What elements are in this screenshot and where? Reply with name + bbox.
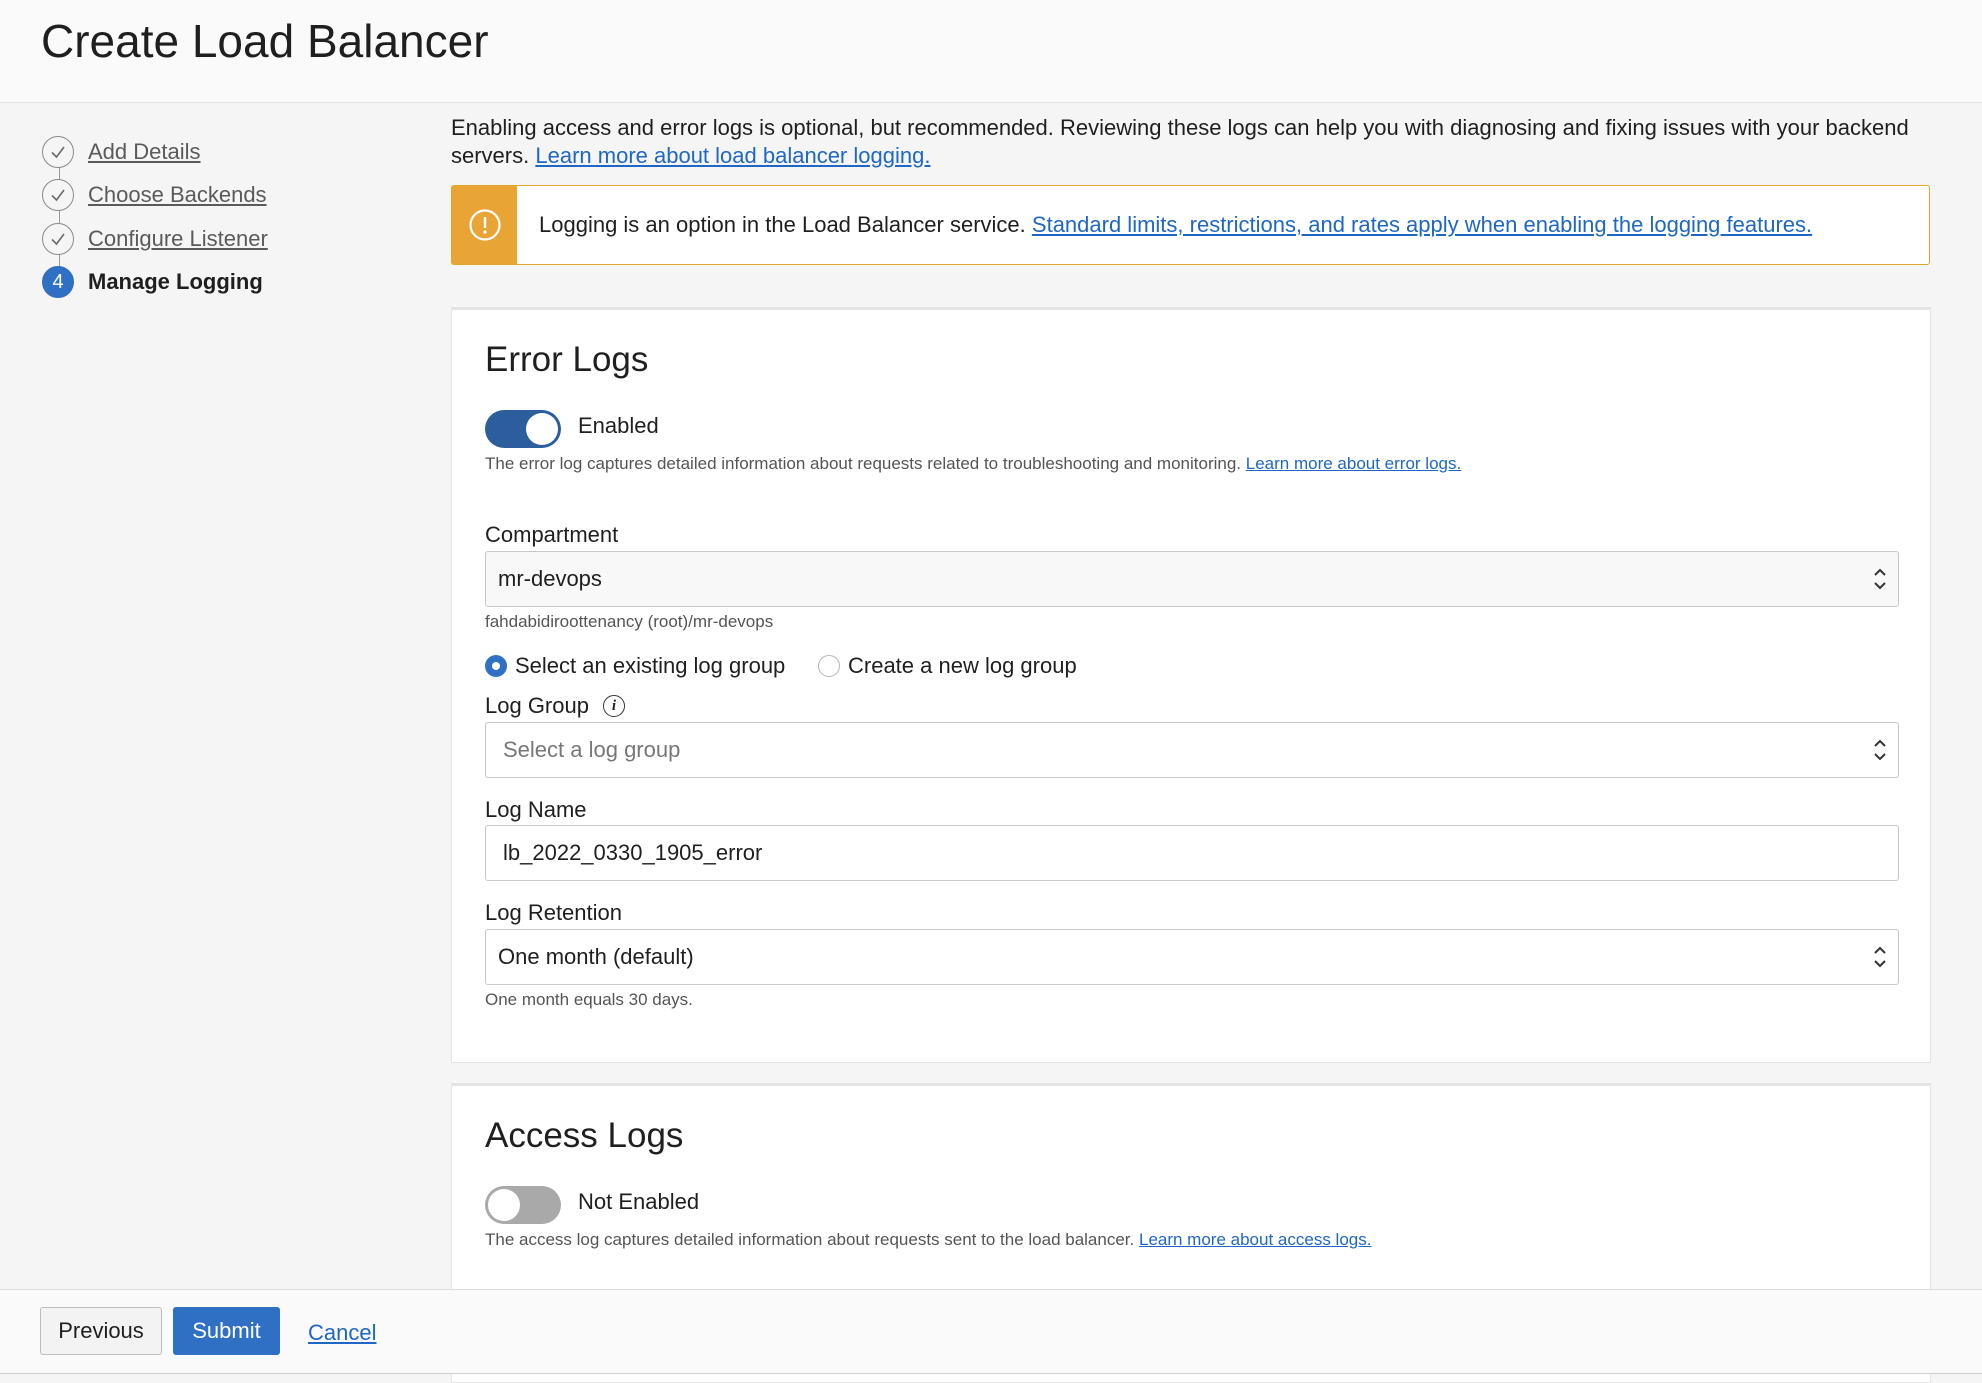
wizard-footer: Previous Submit Cancel [0, 1289, 1982, 1374]
toggle-knob [526, 413, 558, 445]
log-retention-select[interactable]: One month (default) [485, 929, 1899, 985]
radio-new-log-group[interactable]: Create a new log group [818, 653, 1077, 679]
limits-link[interactable]: Standard limits, restrictions, and rates… [1032, 212, 1812, 237]
access-logs-title: Access Logs [485, 1116, 684, 1155]
select-chevron-icon [1874, 568, 1886, 590]
compartment-label: Compartment [485, 522, 619, 547]
log-group-label: Log Group i [485, 693, 625, 719]
radio-button[interactable] [818, 655, 840, 677]
error-logs-card: Error Logs Enabled The error log capture… [451, 307, 1931, 1063]
access-logs-toggle[interactable] [485, 1186, 561, 1224]
info-icon[interactable]: i [602, 695, 625, 717]
compartment-value: mr-devops [498, 566, 602, 591]
compartment-path: fahdabidiroottenancy (root)/mr-devops [485, 612, 774, 631]
log-name-value: lb_2022_0330_1905_error [503, 840, 763, 865]
log-group-select[interactable]: Select a log group [485, 722, 1899, 778]
log-group-label-text: Log Group [485, 693, 589, 718]
step-label: Manage Logging [88, 269, 263, 294]
submit-button[interactable]: Submit [173, 1307, 280, 1355]
access-logs-description: The access log captures detailed informa… [485, 1230, 1371, 1250]
error-logs-title: Error Logs [485, 340, 649, 379]
page-title: Create Load Balancer [41, 15, 489, 67]
step-choose-backends[interactable]: Choose Backends [42, 175, 267, 215]
step-label[interactable]: Choose Backends [88, 182, 267, 208]
cancel-link[interactable]: Cancel [308, 1320, 376, 1346]
log-name-label: Log Name [485, 797, 587, 822]
log-retention-help: One month equals 30 days. [485, 990, 693, 1009]
step-configure-listener[interactable]: Configure Listener [42, 219, 268, 259]
access-logs-help-text: The access log captures detailed informa… [485, 1230, 1135, 1249]
logging-alert: Logging is an option in the Load Balance… [451, 185, 1930, 265]
log-retention-value: One month (default) [498, 944, 694, 969]
log-group-placeholder: Select a log group [503, 737, 681, 762]
intro-text: Enabling access and error logs is option… [451, 114, 1931, 170]
error-logs-toggle[interactable] [485, 410, 561, 448]
alert-text: Logging is an option in the Load Balance… [539, 212, 1026, 237]
radio-button-checked[interactable] [485, 655, 507, 677]
toggle-knob [488, 1189, 520, 1221]
logging-docs-link[interactable]: Learn more about load balancer logging. [535, 143, 930, 168]
radio-existing-label: Select an existing log group [515, 653, 786, 678]
step-label[interactable]: Add Details [88, 139, 201, 165]
error-logs-help-text: The error log captures detailed informat… [485, 454, 1242, 473]
radio-existing-log-group[interactable]: Select an existing log group [485, 653, 785, 679]
log-name-input[interactable]: lb_2022_0330_1905_error [485, 825, 1899, 881]
select-chevron-icon [1874, 946, 1886, 968]
access-logs-link[interactable]: Learn more about access logs. [1139, 1230, 1371, 1249]
access-logs-toggle-label: Not Enabled [578, 1189, 700, 1214]
radio-new-label: Create a new log group [848, 653, 1077, 678]
log-retention-label: Log Retention [485, 900, 622, 925]
step-add-details[interactable]: Add Details [42, 132, 201, 172]
select-chevron-icon [1874, 739, 1886, 761]
error-logs-link[interactable]: Learn more about error logs. [1246, 454, 1461, 473]
step-label[interactable]: Configure Listener [88, 226, 268, 252]
check-icon [42, 223, 74, 255]
check-icon [42, 179, 74, 211]
previous-button[interactable]: Previous [40, 1307, 162, 1355]
error-logs-toggle-label: Enabled [578, 413, 659, 438]
step-number-badge: 4 [42, 266, 74, 298]
step-manage-logging: 4 Manage Logging [42, 262, 263, 302]
error-logs-description: The error log captures detailed informat… [485, 454, 1461, 474]
compartment-select[interactable]: mr-devops [485, 551, 1899, 607]
check-icon [42, 136, 74, 168]
page-header: Create Load Balancer [0, 0, 1982, 103]
warning-icon [452, 186, 517, 264]
alert-message: Logging is an option in the Load Balance… [539, 212, 1812, 238]
